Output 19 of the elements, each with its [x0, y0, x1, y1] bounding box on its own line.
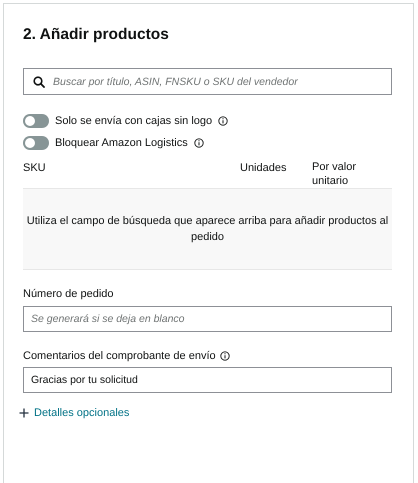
column-header: SKU [23, 162, 46, 174]
input-field[interactable]: Gracias por tu solicitud [23, 367, 392, 393]
column-header: Por valor unitario [312, 160, 358, 188]
optional-details-link[interactable]: Detalles opcionales [19, 405, 130, 422]
input-field[interactable]: Se generará si se deja en blanco [23, 306, 392, 332]
info-icon[interactable] [218, 116, 228, 126]
toggle-switch[interactable] [23, 114, 49, 128]
info-icon[interactable] [220, 350, 230, 361]
field-label: Número de pedido [23, 287, 114, 302]
section-title: 2. Añadir productos [23, 25, 170, 45]
column-header: Unidades [240, 162, 286, 174]
search-field[interactable]: Buscar por título, ASIN, FNSKU o SKU del vendedor [23, 68, 392, 95]
plus-icon [19, 408, 29, 418]
toggle-label: Solo se envía con cajas sin logo [55, 114, 212, 129]
toggle-switch[interactable] [23, 136, 49, 150]
toggle-label: Bloquear Amazon Logistics [55, 136, 188, 151]
empty-table-message: Utiliza el campo de búsqueda que aparece arriba para añadir productos al pedido [26, 214, 390, 245]
field-label: Comentarios del comprobante de envío [23, 348, 216, 364]
info-icon[interactable] [194, 138, 204, 148]
